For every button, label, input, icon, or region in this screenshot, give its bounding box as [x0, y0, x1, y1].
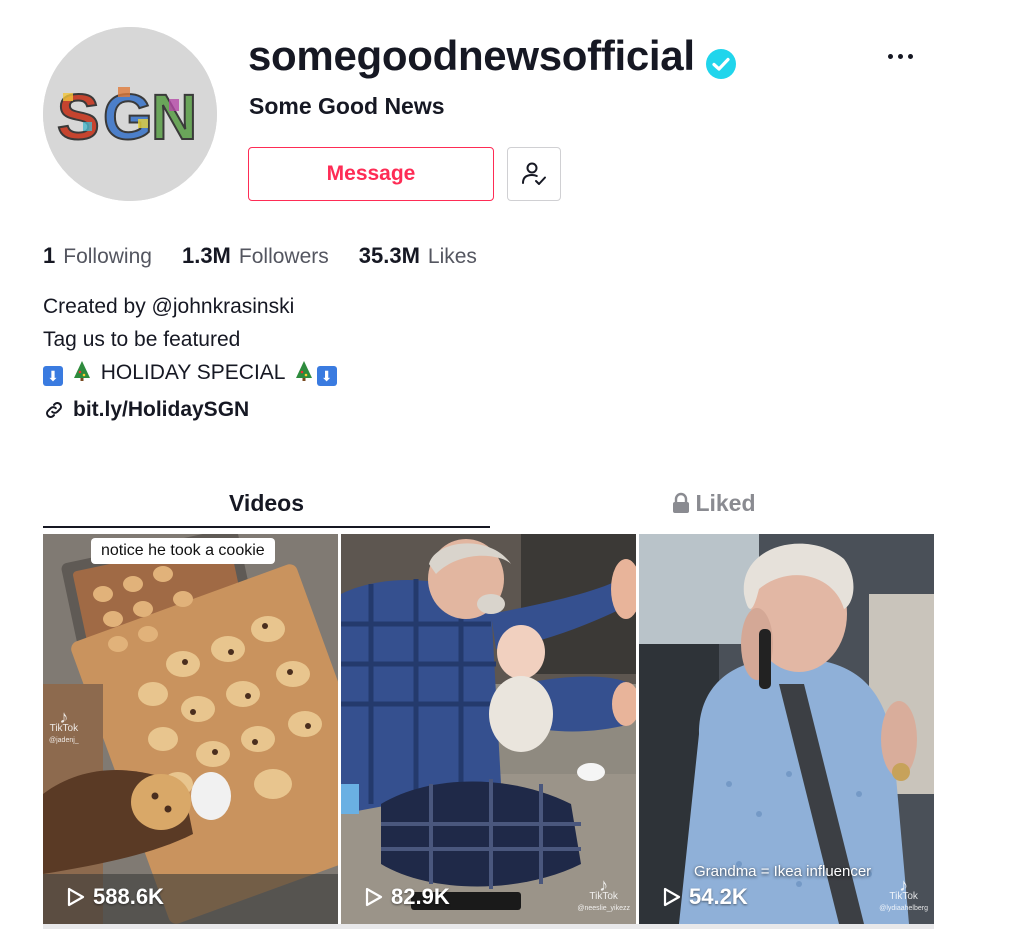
followers-count: 1.3M	[181, 243, 231, 268]
likes-stat: 35.3M Likes	[359, 243, 477, 269]
sgn-logo: S G N	[43, 27, 217, 201]
down-arrow-emoji-icon: ⬇	[43, 366, 63, 386]
video-grid: notice he took a cookie ♪ TikTok @jadenj_ …	[43, 534, 934, 924]
user-check-icon	[522, 162, 546, 185]
bio-link-text: bit.ly/HolidaySGN	[73, 398, 250, 421]
bio-link[interactable]: bit.ly/HolidaySGN	[43, 398, 249, 422]
video-caption-overlay: Grandma = Ikea influencer	[694, 863, 872, 880]
followers-stat[interactable]: 1.3M Followers	[182, 243, 329, 269]
svg-text:S: S	[57, 81, 100, 153]
tiktok-logo-icon: ♪	[59, 707, 69, 727]
down-arrow-emoji-icon: ⬇	[316, 366, 337, 386]
followers-label: Followers	[238, 245, 329, 268]
bio-line-2: Tag us to be featured	[43, 328, 241, 351]
tiktok-logo-icon: ♪	[599, 875, 609, 895]
bio-line-3: ⬇ HOLIDAY SPECIAL ⬇	[43, 356, 337, 389]
likes-count: 35.3M	[358, 243, 420, 268]
video-card[interactable]: notice he took a cookie ♪ TikTok @jadenj_ …	[43, 534, 338, 924]
following-count: 1	[43, 243, 56, 268]
profile-avatar[interactable]: S G N	[43, 27, 217, 201]
video-card[interactable]: ♪ TikTok @neeslie_yikezz 82.9K	[341, 534, 636, 924]
video-caption-sticker: notice he took a cookie	[91, 538, 275, 564]
tab-liked[interactable]: Liked	[490, 480, 937, 526]
video-thumbnail-cookies	[43, 534, 338, 924]
profile-bio: Created by @johnkrasinski Tag us to be f…	[43, 290, 337, 389]
verified-badge-icon	[705, 40, 737, 79]
tab-liked-label: Liked	[695, 489, 756, 516]
svg-text:N: N	[151, 81, 197, 153]
play-icon	[365, 887, 383, 907]
bio-line-1: Created by @johnkrasinski	[43, 295, 295, 318]
tab-videos[interactable]: Videos	[43, 480, 490, 526]
likes-label: Likes	[427, 245, 477, 268]
christmas-tree-icon	[73, 361, 90, 381]
tiktok-watermark: ♪ TikTok @jadenj_	[49, 707, 79, 744]
play-icon	[663, 887, 681, 907]
tiktok-watermark: ♪ TikTok @lydiaahelberg	[879, 875, 928, 912]
username: somegoodnewsofficial	[248, 32, 695, 79]
play-icon	[67, 887, 85, 907]
tiktok-watermark: ♪ TikTok @neeslie_yikezz	[577, 875, 630, 912]
message-button[interactable]: Message	[248, 147, 494, 201]
nickname: Some Good News	[249, 93, 445, 119]
holiday-special-text: HOLIDAY SPECIAL	[100, 361, 285, 384]
video-thumbnail-grandpa-baby	[341, 534, 636, 924]
profile-username-row: somegoodnewsofficial	[248, 30, 737, 82]
active-tab-indicator	[43, 526, 490, 528]
lock-icon	[673, 492, 690, 513]
video-view-count: 54.2K	[663, 884, 748, 910]
link-icon	[46, 402, 62, 418]
christmas-tree-icon	[295, 361, 312, 381]
profile-tabs: Videos Liked	[43, 480, 934, 528]
tiktok-logo-icon: ♪	[899, 875, 909, 895]
video-view-count: 82.9K	[365, 884, 450, 910]
following-stat[interactable]: 1 Following	[43, 243, 152, 269]
more-options-icon[interactable]	[880, 42, 920, 70]
next-row-preview	[43, 924, 934, 929]
video-view-count: 588.6K	[67, 884, 164, 910]
following-label: Following	[63, 245, 152, 268]
video-card[interactable]: Grandma = Ikea influencer ♪ TikTok @lydiaa…	[639, 534, 934, 924]
profile-stats: 1 Following 1.3M Followers 35.3M Likes	[43, 243, 477, 269]
following-status-button[interactable]	[507, 147, 561, 201]
